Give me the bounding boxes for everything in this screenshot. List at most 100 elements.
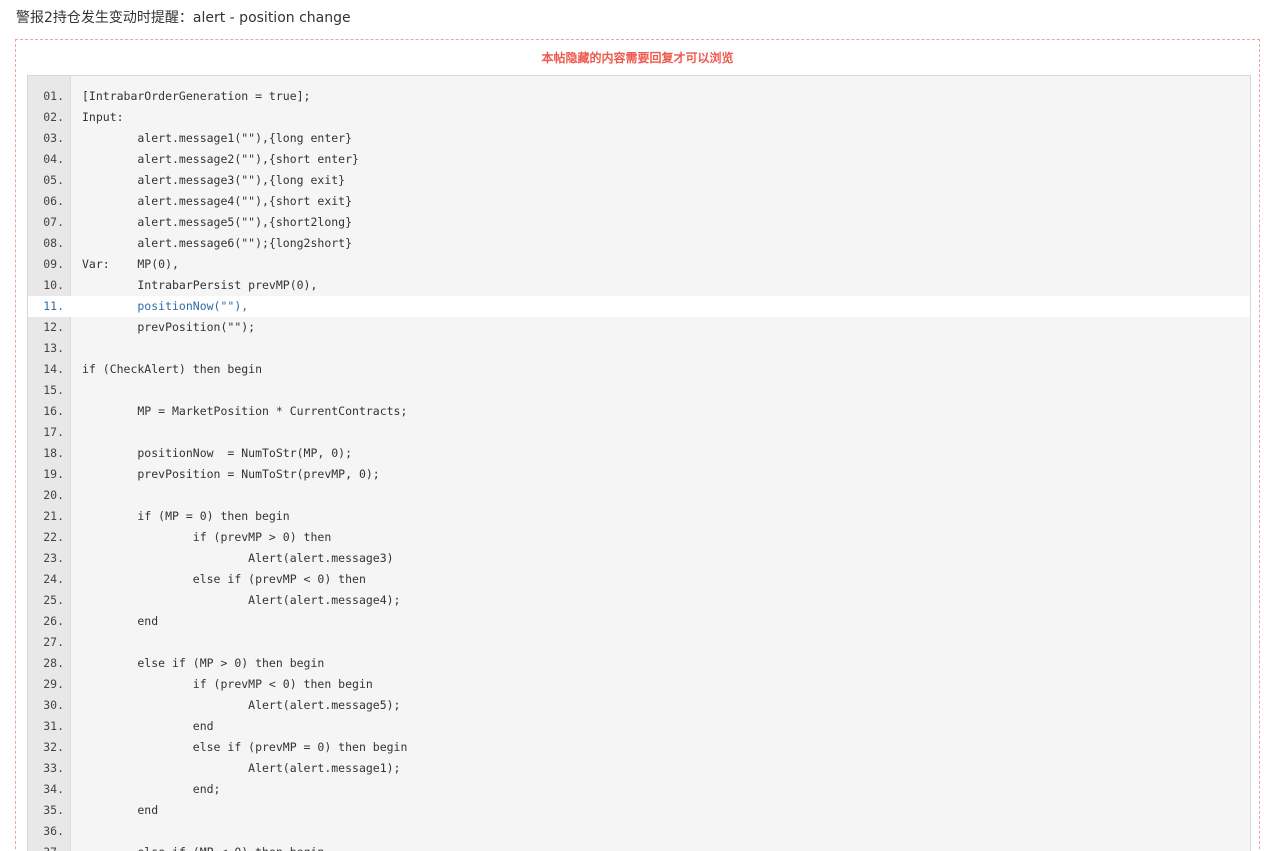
line-number: 05. [43, 173, 64, 187]
line-number: 19. [43, 467, 64, 481]
code-line: 28. else if (MP > 0) then begin [28, 653, 1250, 674]
code-text: Alert(alert.message5); [82, 698, 401, 712]
code-line: 19. prevPosition = NumToStr(prevMP, 0); [28, 464, 1250, 485]
line-number: 34. [43, 782, 64, 796]
line-number: 22. [43, 530, 64, 544]
code-text: else if (prevMP = 0) then begin [82, 740, 408, 754]
hidden-content-notice: 本帖隐藏的内容需要回复才可以浏览 [541, 51, 734, 65]
line-number: 13. [43, 341, 64, 355]
line-number: 32. [43, 740, 64, 754]
code-text: prevPosition = NumToStr(prevMP, 0); [82, 467, 380, 481]
code-text: positionNow = NumToStr(MP, 0); [82, 446, 353, 460]
code-text: alert.message6("");{long2short} [82, 236, 353, 250]
code-text: end [82, 803, 159, 817]
line-number: 23. [43, 551, 64, 565]
code-line: 29. if (prevMP < 0) then begin [28, 674, 1250, 695]
code-text: alert.message3(""),{long exit} [82, 173, 346, 187]
line-number: 30. [43, 698, 64, 712]
code-text: if (MP = 0) then begin [82, 509, 290, 523]
line-number: 37. [28, 842, 64, 851]
code-line: 05. alert.message3(""),{long exit} [28, 170, 1250, 191]
line-number: 18. [43, 446, 64, 460]
code-line: 03. alert.message1(""),{long enter} [28, 128, 1250, 149]
code-line: 15. [28, 380, 1250, 401]
code-text: Alert(alert.message4); [82, 593, 401, 607]
line-number: 11. [43, 299, 64, 313]
code-text: positionNow(""), [82, 299, 249, 313]
line-number: 08. [43, 236, 64, 250]
code-line: 23. Alert(alert.message3) [28, 548, 1250, 569]
line-number: 15. [43, 383, 64, 397]
code-text: alert.message5(""),{short2long} [82, 215, 353, 229]
line-number: 04. [43, 152, 64, 166]
code-block[interactable]: 01. [IntrabarOrderGeneration = true]; 02. I… [27, 75, 1251, 851]
code-text: prevPosition(""); [82, 320, 256, 334]
code-line: 33. Alert(alert.message1); [28, 758, 1250, 779]
code-line: 02. Input: [28, 107, 1250, 128]
line-number: 29. [43, 677, 64, 691]
line-number: 17. [43, 425, 64, 439]
code-line: 20. [28, 485, 1250, 506]
code-text: alert.message2(""),{short enter} [82, 152, 359, 166]
line-number: 03. [43, 131, 64, 145]
code-line: 26. end [28, 611, 1250, 632]
code-line: 24. else if (prevMP < 0) then [28, 569, 1250, 590]
code-text: Var: MP(0), [82, 257, 179, 271]
line-number: 28. [43, 656, 64, 670]
code-line: 11. positionNow(""), [28, 296, 1250, 317]
code-line: 22. if (prevMP > 0) then [28, 527, 1250, 548]
code-line: 08. alert.message6("");{long2short} [28, 233, 1250, 254]
code-text: Alert(alert.message1); [82, 761, 401, 775]
code-line: 10. IntrabarPersist prevMP(0), [28, 275, 1250, 296]
code-line: 31. end [28, 716, 1250, 737]
line-number: 01. [43, 89, 64, 103]
code-text: if (prevMP < 0) then begin [82, 677, 373, 691]
code-line: 36. [28, 821, 1250, 842]
code-text: Input: [82, 110, 124, 124]
code-line: 09. Var: MP(0), [28, 254, 1250, 275]
code-line: 32. else if (prevMP = 0) then begin [28, 737, 1250, 758]
code-text: if (CheckAlert) then begin [82, 362, 263, 376]
code-line: 04. alert.message2(""),{short enter} [28, 149, 1250, 170]
line-number: 33. [43, 761, 64, 775]
code-text: alert.message1(""),{long enter} [82, 131, 353, 145]
line-number: 16. [43, 404, 64, 418]
line-number: 21. [43, 509, 64, 523]
line-number: 07. [43, 215, 64, 229]
line-number: 10. [43, 278, 64, 292]
line-number: 26. [43, 614, 64, 628]
code-text: else if (prevMP < 0) then [82, 572, 366, 586]
code-line: 37. else if (MP < 0) then begin [28, 842, 1250, 851]
line-number: 24. [43, 572, 64, 586]
line-number: 35. [43, 803, 64, 817]
code-line: 34. end; [28, 779, 1250, 800]
code-text: alert.message4(""),{short exit} [82, 194, 353, 208]
code-line: 27. [28, 632, 1250, 653]
line-number: 27. [43, 635, 64, 649]
code-text: Alert(alert.message3) [82, 551, 394, 565]
code-line: 16. MP = MarketPosition * CurrentContrac… [28, 401, 1250, 422]
code-line: 21. if (MP = 0) then begin [28, 506, 1250, 527]
code-line: 14. if (CheckAlert) then begin [28, 359, 1250, 380]
line-number: 09. [43, 257, 64, 271]
line-number: 31. [43, 719, 64, 733]
code-line: 07. alert.message5(""),{short2long} [28, 212, 1250, 233]
code-line: 06. alert.message4(""),{short exit} [28, 191, 1250, 212]
code-text: end [82, 719, 214, 733]
line-number: 25. [43, 593, 64, 607]
line-number: 06. [43, 194, 64, 208]
post-title: 警报2持仓发生变动时提醒：alert - position change [16, 10, 351, 26]
code-text: if (prevMP > 0) then [82, 530, 332, 544]
line-number: 20. [43, 488, 64, 502]
line-number: 36. [43, 824, 64, 838]
code-line: 13. [28, 338, 1250, 359]
code-text: else if (MP > 0) then begin [82, 656, 325, 670]
code-line: 17. [28, 422, 1250, 443]
line-number: 12. [43, 320, 64, 334]
code-text: else if (MP < 0) then begin [82, 842, 324, 851]
code-line: 12. prevPosition(""); [28, 317, 1250, 338]
line-number: 14. [43, 362, 64, 376]
code-line: 18. positionNow = NumToStr(MP, 0); [28, 443, 1250, 464]
code-line: 30. Alert(alert.message5); [28, 695, 1250, 716]
line-number: 02. [43, 110, 64, 124]
